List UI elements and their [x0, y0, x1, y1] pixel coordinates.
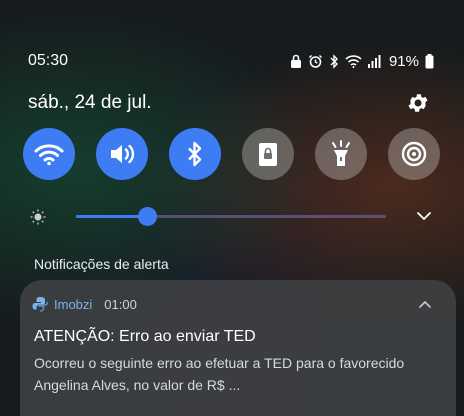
alert-notifications-header: Notificações de alerta	[34, 256, 169, 272]
brightness-fill	[76, 215, 148, 218]
wifi-icon	[34, 144, 64, 166]
status-bar: 05:30 91%	[28, 50, 434, 72]
bluetooth-icon	[188, 141, 202, 167]
lock-screen-tile[interactable]	[242, 128, 294, 180]
notification-header: Imobzi 01:00	[32, 296, 137, 312]
gear-icon[interactable]	[406, 91, 430, 115]
brightness-slider[interactable]	[30, 204, 440, 230]
notification-app-name: Imobzi	[54, 296, 93, 312]
wifi-tile[interactable]	[23, 128, 75, 180]
notification-time: 01:00	[104, 296, 137, 312]
notification-title: ATENÇÃO: Erro ao enviar TED	[34, 328, 256, 345]
bluetooth-tile[interactable]	[169, 128, 221, 180]
sound-icon	[111, 144, 135, 164]
chevron-down-icon[interactable]	[416, 208, 432, 224]
brightness-track[interactable]	[76, 207, 386, 226]
wifi-icon	[345, 55, 362, 68]
lock-icon	[290, 54, 301, 68]
date-label: sáb., 24 de jul.	[28, 92, 152, 113]
status-time: 05:30	[28, 52, 69, 69]
chevron-up-icon[interactable]	[418, 298, 432, 312]
location-icon	[401, 141, 427, 167]
battery-percent: 91%	[388, 52, 419, 70]
quick-settings-tiles	[23, 128, 440, 180]
location-tile[interactable]	[388, 128, 440, 180]
signal-icon	[367, 55, 381, 68]
battery-icon	[425, 53, 434, 68]
brightness-thumb[interactable]	[138, 207, 158, 226]
notification-body: Ocorreu o seguinte erro ao efetuar a TED…	[34, 355, 405, 393]
date-row: sáb., 24 de jul.	[28, 90, 430, 116]
sound-tile[interactable]	[96, 128, 148, 180]
brightness-icon	[30, 209, 46, 225]
bluetooth-icon	[330, 53, 338, 69]
lock-screen-icon	[259, 143, 277, 166]
alarm-icon	[308, 54, 322, 68]
app-icon	[32, 297, 48, 312]
flashlight-tile[interactable]	[315, 128, 367, 180]
flashlight-icon	[332, 140, 350, 166]
notification-card[interactable]: Imobzi 01:00 ATENÇÃO: Erro ao enviar TED…	[20, 280, 456, 416]
status-icons: 91%	[290, 53, 434, 70]
